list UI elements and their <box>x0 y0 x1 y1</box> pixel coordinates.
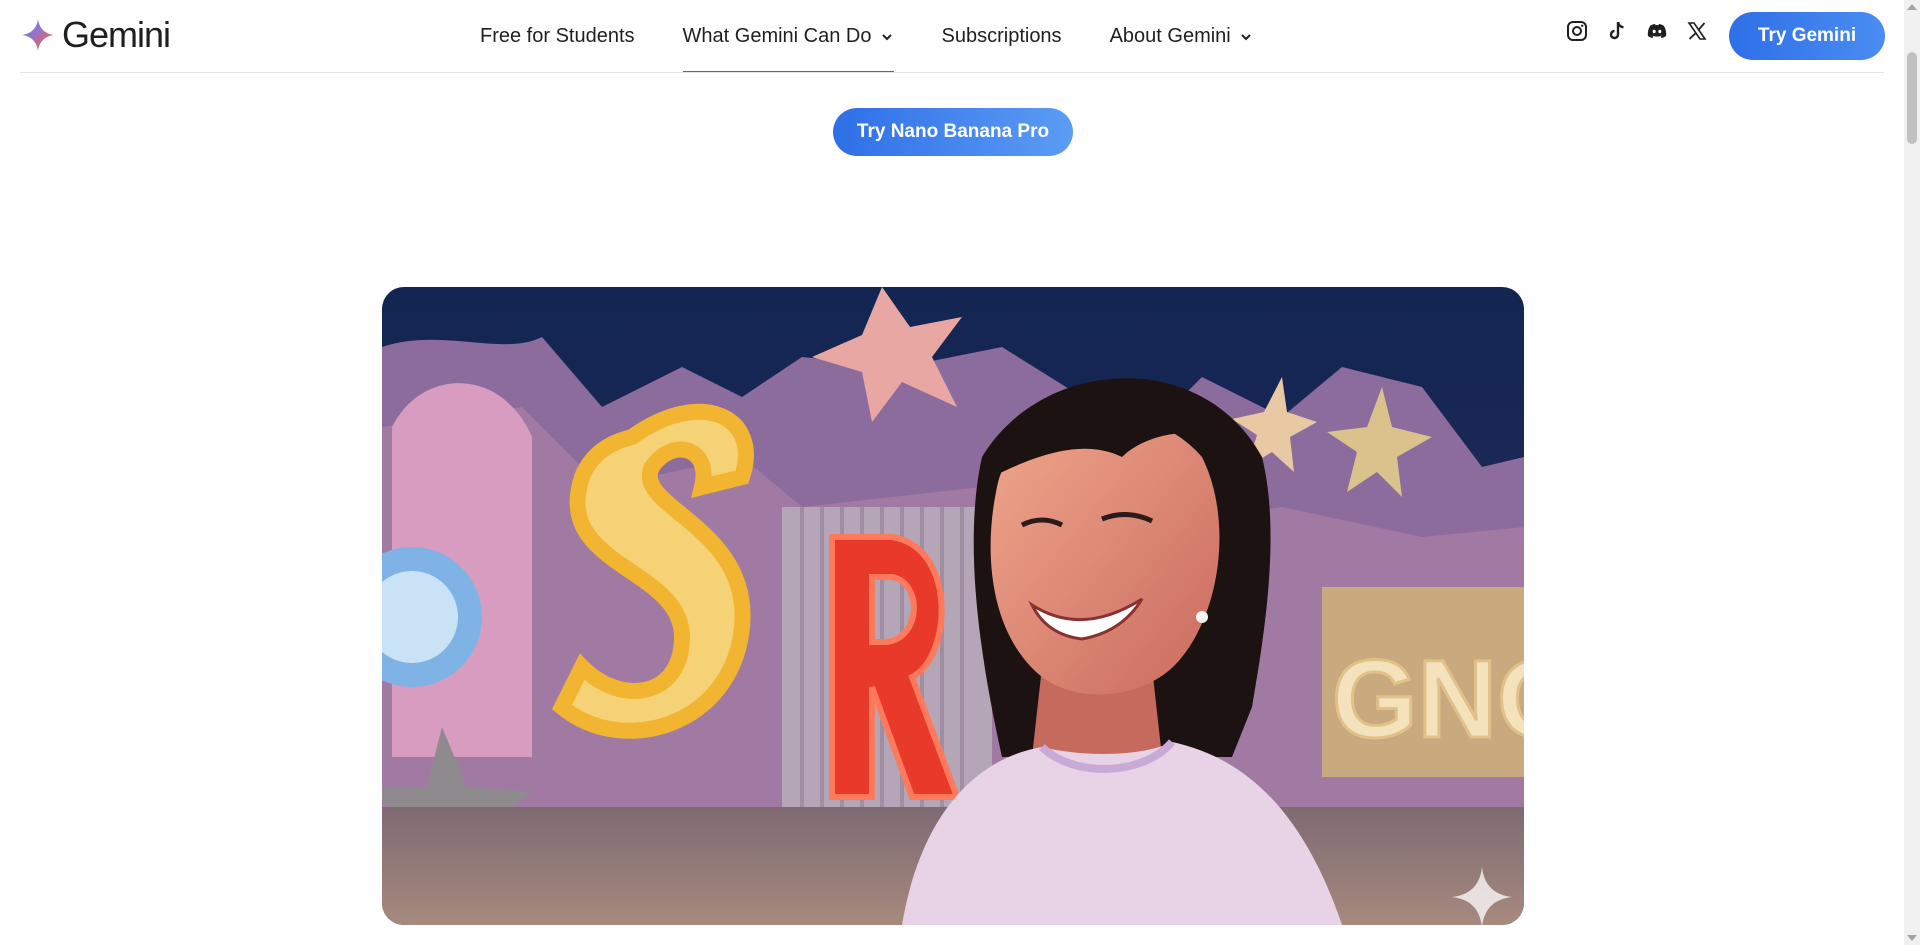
nav-label: What Gemini Can Do <box>682 25 872 47</box>
x-icon[interactable] <box>1686 20 1708 42</box>
nav-subscriptions[interactable]: Subscriptions <box>942 0 1062 73</box>
nav-label: About Gemini <box>1109 25 1231 47</box>
header-divider <box>20 72 1884 73</box>
social-links <box>1566 20 1708 42</box>
instagram-icon[interactable] <box>1566 20 1588 42</box>
try-gemini-button[interactable]: Try Gemini <box>1729 12 1885 60</box>
chevron-down-icon <box>1241 33 1251 40</box>
nav-what-gemini-can-do[interactable]: What Gemini Can Do <box>682 0 894 73</box>
main-nav: Free for Students What Gemini Can Do Sub… <box>480 0 1253 73</box>
scroll-thumb[interactable] <box>1907 52 1917 144</box>
nav-about-gemini[interactable]: About Gemini <box>1110 0 1253 73</box>
hero-illustration: GNOON <box>382 287 1524 925</box>
page-scrollbar[interactable] <box>1904 0 1920 945</box>
nav-free-for-students[interactable]: Free for Students <box>480 0 635 73</box>
svg-text:GNOON: GNOON <box>1332 638 1524 761</box>
scroll-up-icon[interactable] <box>1907 4 1917 10</box>
nav-label: Free for Students <box>480 25 635 47</box>
scroll-down-icon[interactable] <box>1907 935 1917 941</box>
gemini-logo-link[interactable]: Gemini <box>20 14 171 55</box>
site-header: Gemini Free for Students What Gemini Can… <box>0 0 1904 74</box>
chevron-down-icon <box>881 33 892 40</box>
discord-icon[interactable] <box>1646 20 1668 42</box>
try-nano-banana-pro-button[interactable]: Try Nano Banana Pro <box>833 108 1073 156</box>
brand-name: Gemini <box>62 14 171 55</box>
hero-image: GNOON <box>382 287 1524 925</box>
gemini-sparkle-icon <box>22 19 54 51</box>
tiktok-icon[interactable] <box>1606 20 1628 42</box>
nav-label: Subscriptions <box>941 25 1062 47</box>
